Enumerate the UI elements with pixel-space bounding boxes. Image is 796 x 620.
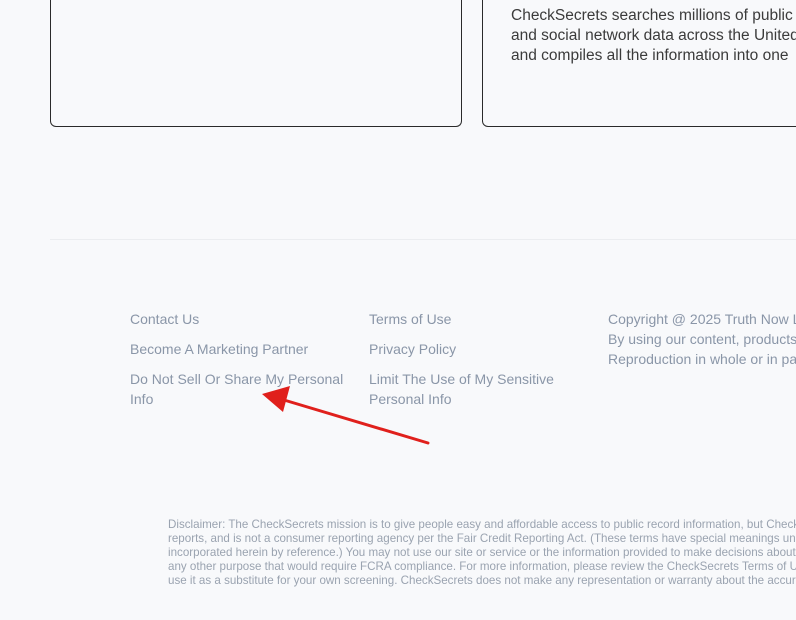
privacy-policy-link[interactable]: Privacy Policy: [369, 339, 569, 359]
feature-card-right: CheckSecrets searches millions of public…: [482, 0, 796, 127]
footer-links-column-1: Contact Us Become A Marketing Partner Do…: [130, 309, 350, 419]
disclaimer-line: reports, and is not a consumer reporting…: [168, 532, 796, 545]
page: CheckSecrets searches millions of public…: [0, 0, 796, 620]
disclaimer-line: use it as a substitute for your own scre…: [168, 574, 796, 587]
contact-us-link[interactable]: Contact Us: [130, 309, 350, 329]
disclaimer-line: Disclaimer: The CheckSecrets mission is …: [168, 518, 796, 531]
disclaimer: Disclaimer: The CheckSecrets mission is …: [168, 518, 796, 588]
feature-card-line: CheckSecrets searches millions of public: [511, 7, 793, 24]
footer-links-column-2: Terms of Use Privacy Policy Limit The Us…: [369, 309, 569, 419]
terms-of-use-link[interactable]: Terms of Use: [369, 309, 569, 329]
footer-divider: [50, 239, 796, 240]
feature-card-description: CheckSecrets searches millions of public…: [511, 6, 796, 66]
marketing-partner-link[interactable]: Become A Marketing Partner: [130, 339, 350, 359]
feature-card-left: [50, 0, 462, 127]
copyright-line: Copyright @ 2025 Truth Now LLC: [608, 311, 796, 327]
disclaimer-line: any other purpose that would require FCR…: [168, 560, 796, 573]
copyright-line: Reproduction in whole or in part: [608, 351, 796, 367]
feature-card-line: and compiles all the information into on…: [511, 47, 789, 64]
copyright-line: By using our content, products: [608, 331, 796, 347]
footer-copyright: Copyright @ 2025 Truth Now LLC By using …: [608, 309, 796, 369]
feature-card-line: and social network data across the Unite…: [511, 27, 796, 44]
disclaimer-line: incorporated herein by reference.) You m…: [168, 546, 796, 559]
do-not-sell-link[interactable]: Do Not Sell Or Share My Personal Info: [130, 369, 350, 409]
limit-sensitive-info-link[interactable]: Limit The Use of My Sensitive Personal I…: [369, 369, 569, 409]
